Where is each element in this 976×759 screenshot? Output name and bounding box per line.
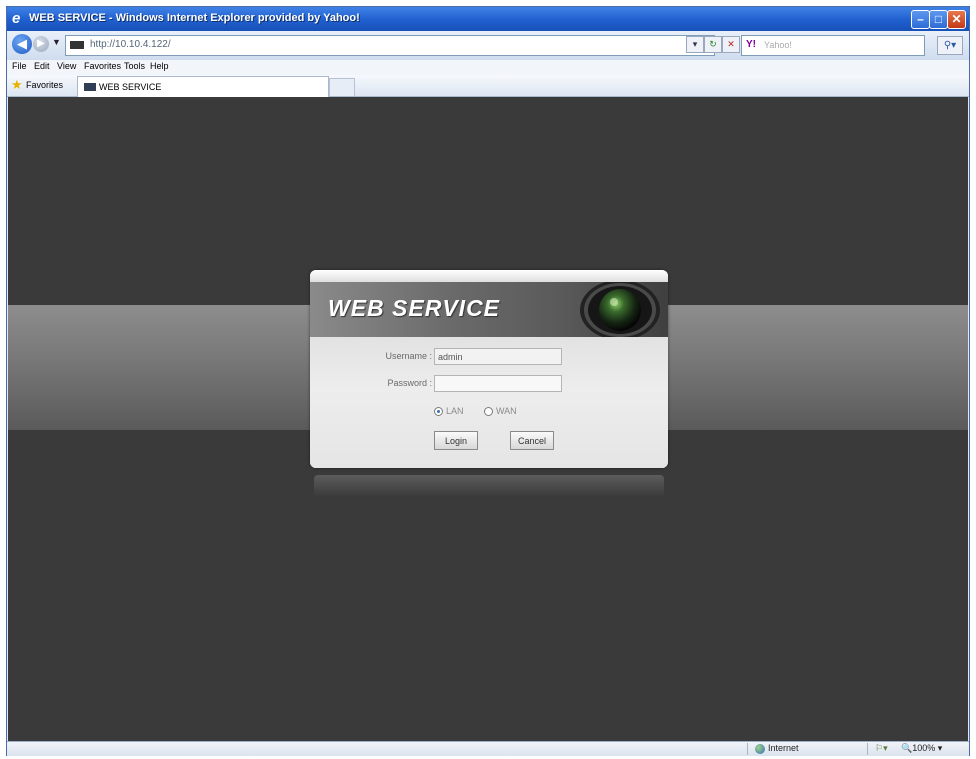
menu-view[interactable]: View bbox=[57, 61, 76, 71]
username-field[interactable] bbox=[434, 348, 562, 365]
address-row: ◀ ▶ ▼ http://10.10.4.122/ ▾ ↻ ✕ Y! Yahoo… bbox=[7, 31, 969, 60]
yahoo-logo: Y! bbox=[746, 39, 756, 50]
login-button[interactable]: Login bbox=[434, 431, 478, 450]
tab-page-icon bbox=[84, 83, 96, 91]
login-title: WEB SERVICE bbox=[328, 295, 501, 321]
login-panel-top bbox=[310, 270, 668, 282]
zoom-level[interactable]: 🔍100% ▾ bbox=[901, 743, 942, 754]
zoom-value: 100% bbox=[912, 743, 936, 753]
search-placeholder: Yahoo! bbox=[764, 40, 792, 50]
menu-bar: File Edit View Favorites Tools Help bbox=[7, 60, 969, 75]
back-arrow-icon[interactable]: ◀ bbox=[12, 34, 32, 54]
title-bar: e WEB SERVICE - Windows Internet Explore… bbox=[7, 7, 969, 31]
recent-pages-dropdown[interactable]: ▼ bbox=[52, 37, 61, 47]
menu-favorites[interactable]: Favorites bbox=[84, 61, 121, 71]
ie-icon: e bbox=[12, 10, 21, 27]
status-separator bbox=[867, 743, 868, 755]
menu-edit[interactable]: Edit bbox=[34, 61, 50, 71]
password-field[interactable] bbox=[434, 375, 562, 392]
camera-lens-icon bbox=[580, 282, 660, 337]
lan-radio[interactable] bbox=[434, 407, 443, 416]
browser-window: e WEB SERVICE - Windows Internet Explore… bbox=[6, 6, 970, 756]
refresh-icon[interactable]: ↻ bbox=[704, 36, 722, 53]
wan-label: WAN bbox=[496, 406, 517, 416]
minimize-button[interactable]: – bbox=[911, 10, 930, 29]
forward-arrow-icon[interactable]: ▶ bbox=[33, 36, 49, 52]
menu-tools[interactable]: Tools bbox=[124, 61, 145, 71]
status-separator bbox=[747, 743, 748, 755]
tab-title: WEB SERVICE bbox=[99, 82, 162, 92]
status-bar: Internet ⚐▾ 🔍100% ▾ bbox=[7, 741, 969, 756]
favorites-bar: ★ Favorites WEB SERVICE bbox=[7, 75, 969, 97]
menu-help[interactable]: Help bbox=[150, 61, 169, 71]
address-dropdown-icon[interactable]: ▾ bbox=[686, 36, 704, 53]
security-zone: Internet bbox=[768, 743, 799, 753]
search-button[interactable]: ⚲▾ bbox=[937, 36, 963, 55]
favorites-button[interactable]: Favorites bbox=[26, 80, 63, 90]
protected-mode-icon[interactable]: ⚐▾ bbox=[875, 743, 888, 754]
username-label: Username : bbox=[385, 351, 432, 361]
lan-label: LAN bbox=[446, 406, 464, 416]
maximize-button[interactable]: □ bbox=[929, 10, 948, 29]
window-title: WEB SERVICE - Windows Internet Explorer … bbox=[29, 12, 360, 24]
page-icon bbox=[70, 41, 84, 49]
search-input[interactable]: Y! Yahoo! bbox=[741, 35, 925, 56]
panel-reflection bbox=[314, 475, 664, 497]
tab-web-service[interactable]: WEB SERVICE bbox=[77, 76, 329, 97]
password-label: Password : bbox=[387, 378, 432, 388]
cancel-button[interactable]: Cancel bbox=[510, 431, 554, 450]
wan-radio[interactable] bbox=[484, 407, 493, 416]
page-content: WEB SERVICE Username: admin Password: … bbox=[8, 97, 968, 741]
address-text[interactable]: http://10.10.4.122/ bbox=[90, 39, 171, 50]
login-panel: WEB SERVICE Username: admin Password: … bbox=[310, 270, 668, 468]
globe-icon bbox=[755, 744, 765, 754]
new-tab-button[interactable] bbox=[329, 78, 355, 96]
login-body: Username : Password : LAN WAN Login Canc… bbox=[310, 337, 668, 468]
menu-file[interactable]: File bbox=[12, 61, 27, 71]
login-header: WEB SERVICE bbox=[310, 282, 668, 337]
close-button[interactable]: ✕ bbox=[947, 10, 966, 29]
stop-icon[interactable]: ✕ bbox=[722, 36, 740, 53]
address-bar[interactable]: http://10.10.4.122/ bbox=[65, 35, 715, 56]
star-icon[interactable]: ★ bbox=[11, 78, 23, 92]
